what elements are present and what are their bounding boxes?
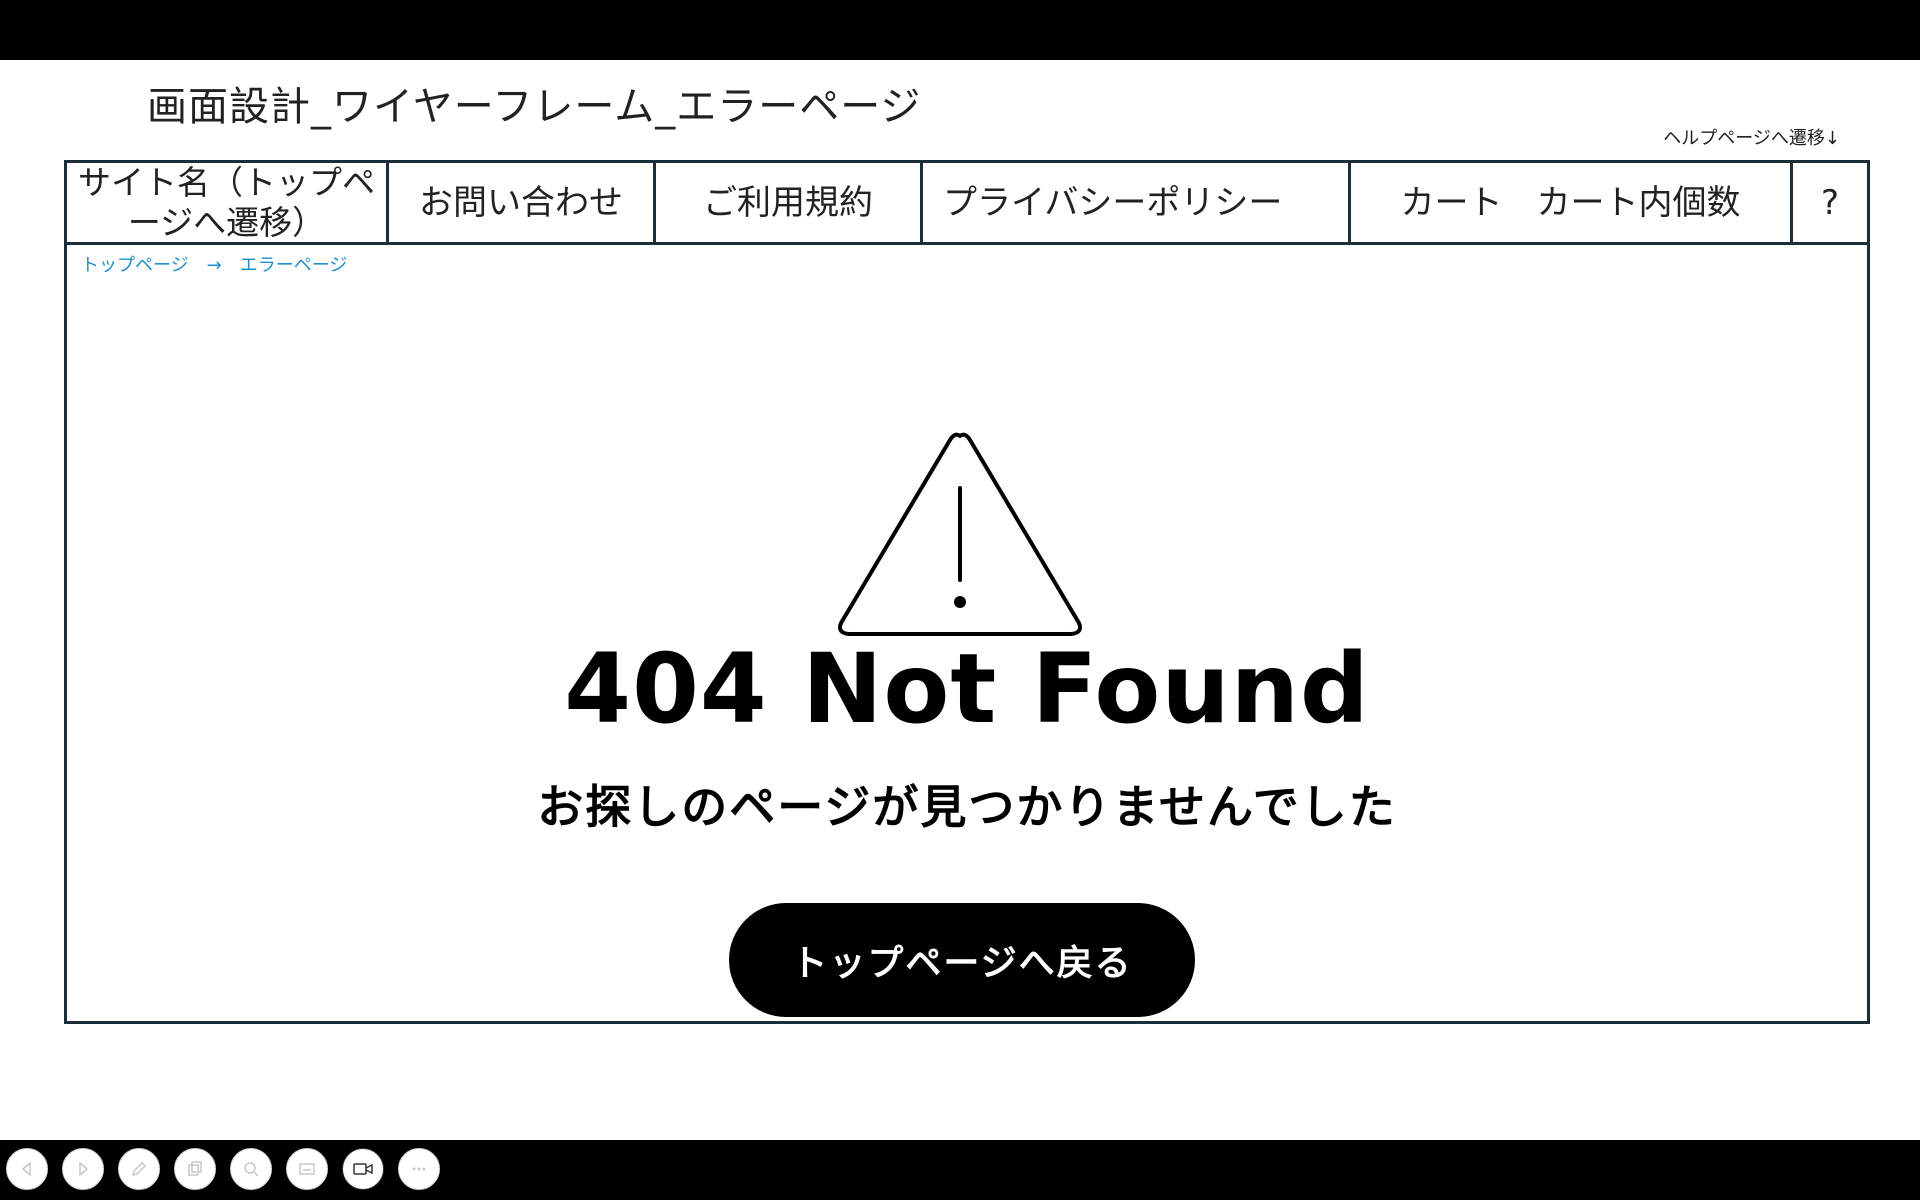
error-code: 404 Not Found — [564, 633, 1370, 745]
breadcrumb-current: エラーページ — [239, 255, 348, 276]
nav-terms[interactable]: ご利用規約 — [656, 163, 923, 242]
global-nav: サイト名（トップページへ遷移） お問い合わせ ご利用規約 プライバシーポリシー … — [67, 163, 1867, 245]
back-to-top-button[interactable]: トップページへ戻る — [729, 903, 1195, 1017]
nav-cart[interactable]: カート カート内個数 — [1351, 163, 1793, 242]
previous-icon[interactable] — [6, 1148, 48, 1190]
slide-title: 画面設計_ワイヤーフレーム_エラーページ — [147, 84, 922, 130]
breadcrumb-home[interactable]: トップページ — [81, 255, 189, 276]
nav-contact[interactable]: お問い合わせ — [389, 163, 656, 242]
nav-site-name[interactable]: サイト名（トップページへ遷移） — [67, 163, 389, 242]
breadcrumb: トップページ → エラーページ — [81, 251, 365, 277]
slide: 画面設計_ワイヤーフレーム_エラーページ ヘルプページへ遷移↓ サイト名（トップ… — [0, 60, 1920, 1190]
help-page-note: ヘルプページへ遷移↓ — [1663, 128, 1840, 149]
more-icon[interactable] — [398, 1148, 440, 1190]
wireframe-frame: サイト名（トップページへ遷移） お問い合わせ ご利用規約 プライバシーポリシー … — [64, 160, 1870, 1024]
zoom-icon[interactable] — [230, 1148, 272, 1190]
nav-help[interactable]: ? — [1793, 163, 1867, 242]
pen-icon[interactable] — [118, 1148, 160, 1190]
nav-privacy[interactable]: プライバシーポリシー — [923, 163, 1351, 242]
next-icon[interactable] — [62, 1148, 104, 1190]
breadcrumb-arrow: → — [206, 255, 222, 276]
camera-icon[interactable] — [342, 1148, 384, 1190]
copy-icon[interactable] — [174, 1148, 216, 1190]
subtitles-icon[interactable] — [286, 1148, 328, 1190]
presentation-toolbar — [6, 1148, 440, 1190]
error-message: お探しのページが見つかりませんでした — [537, 780, 1397, 834]
warning-icon — [838, 432, 1082, 636]
